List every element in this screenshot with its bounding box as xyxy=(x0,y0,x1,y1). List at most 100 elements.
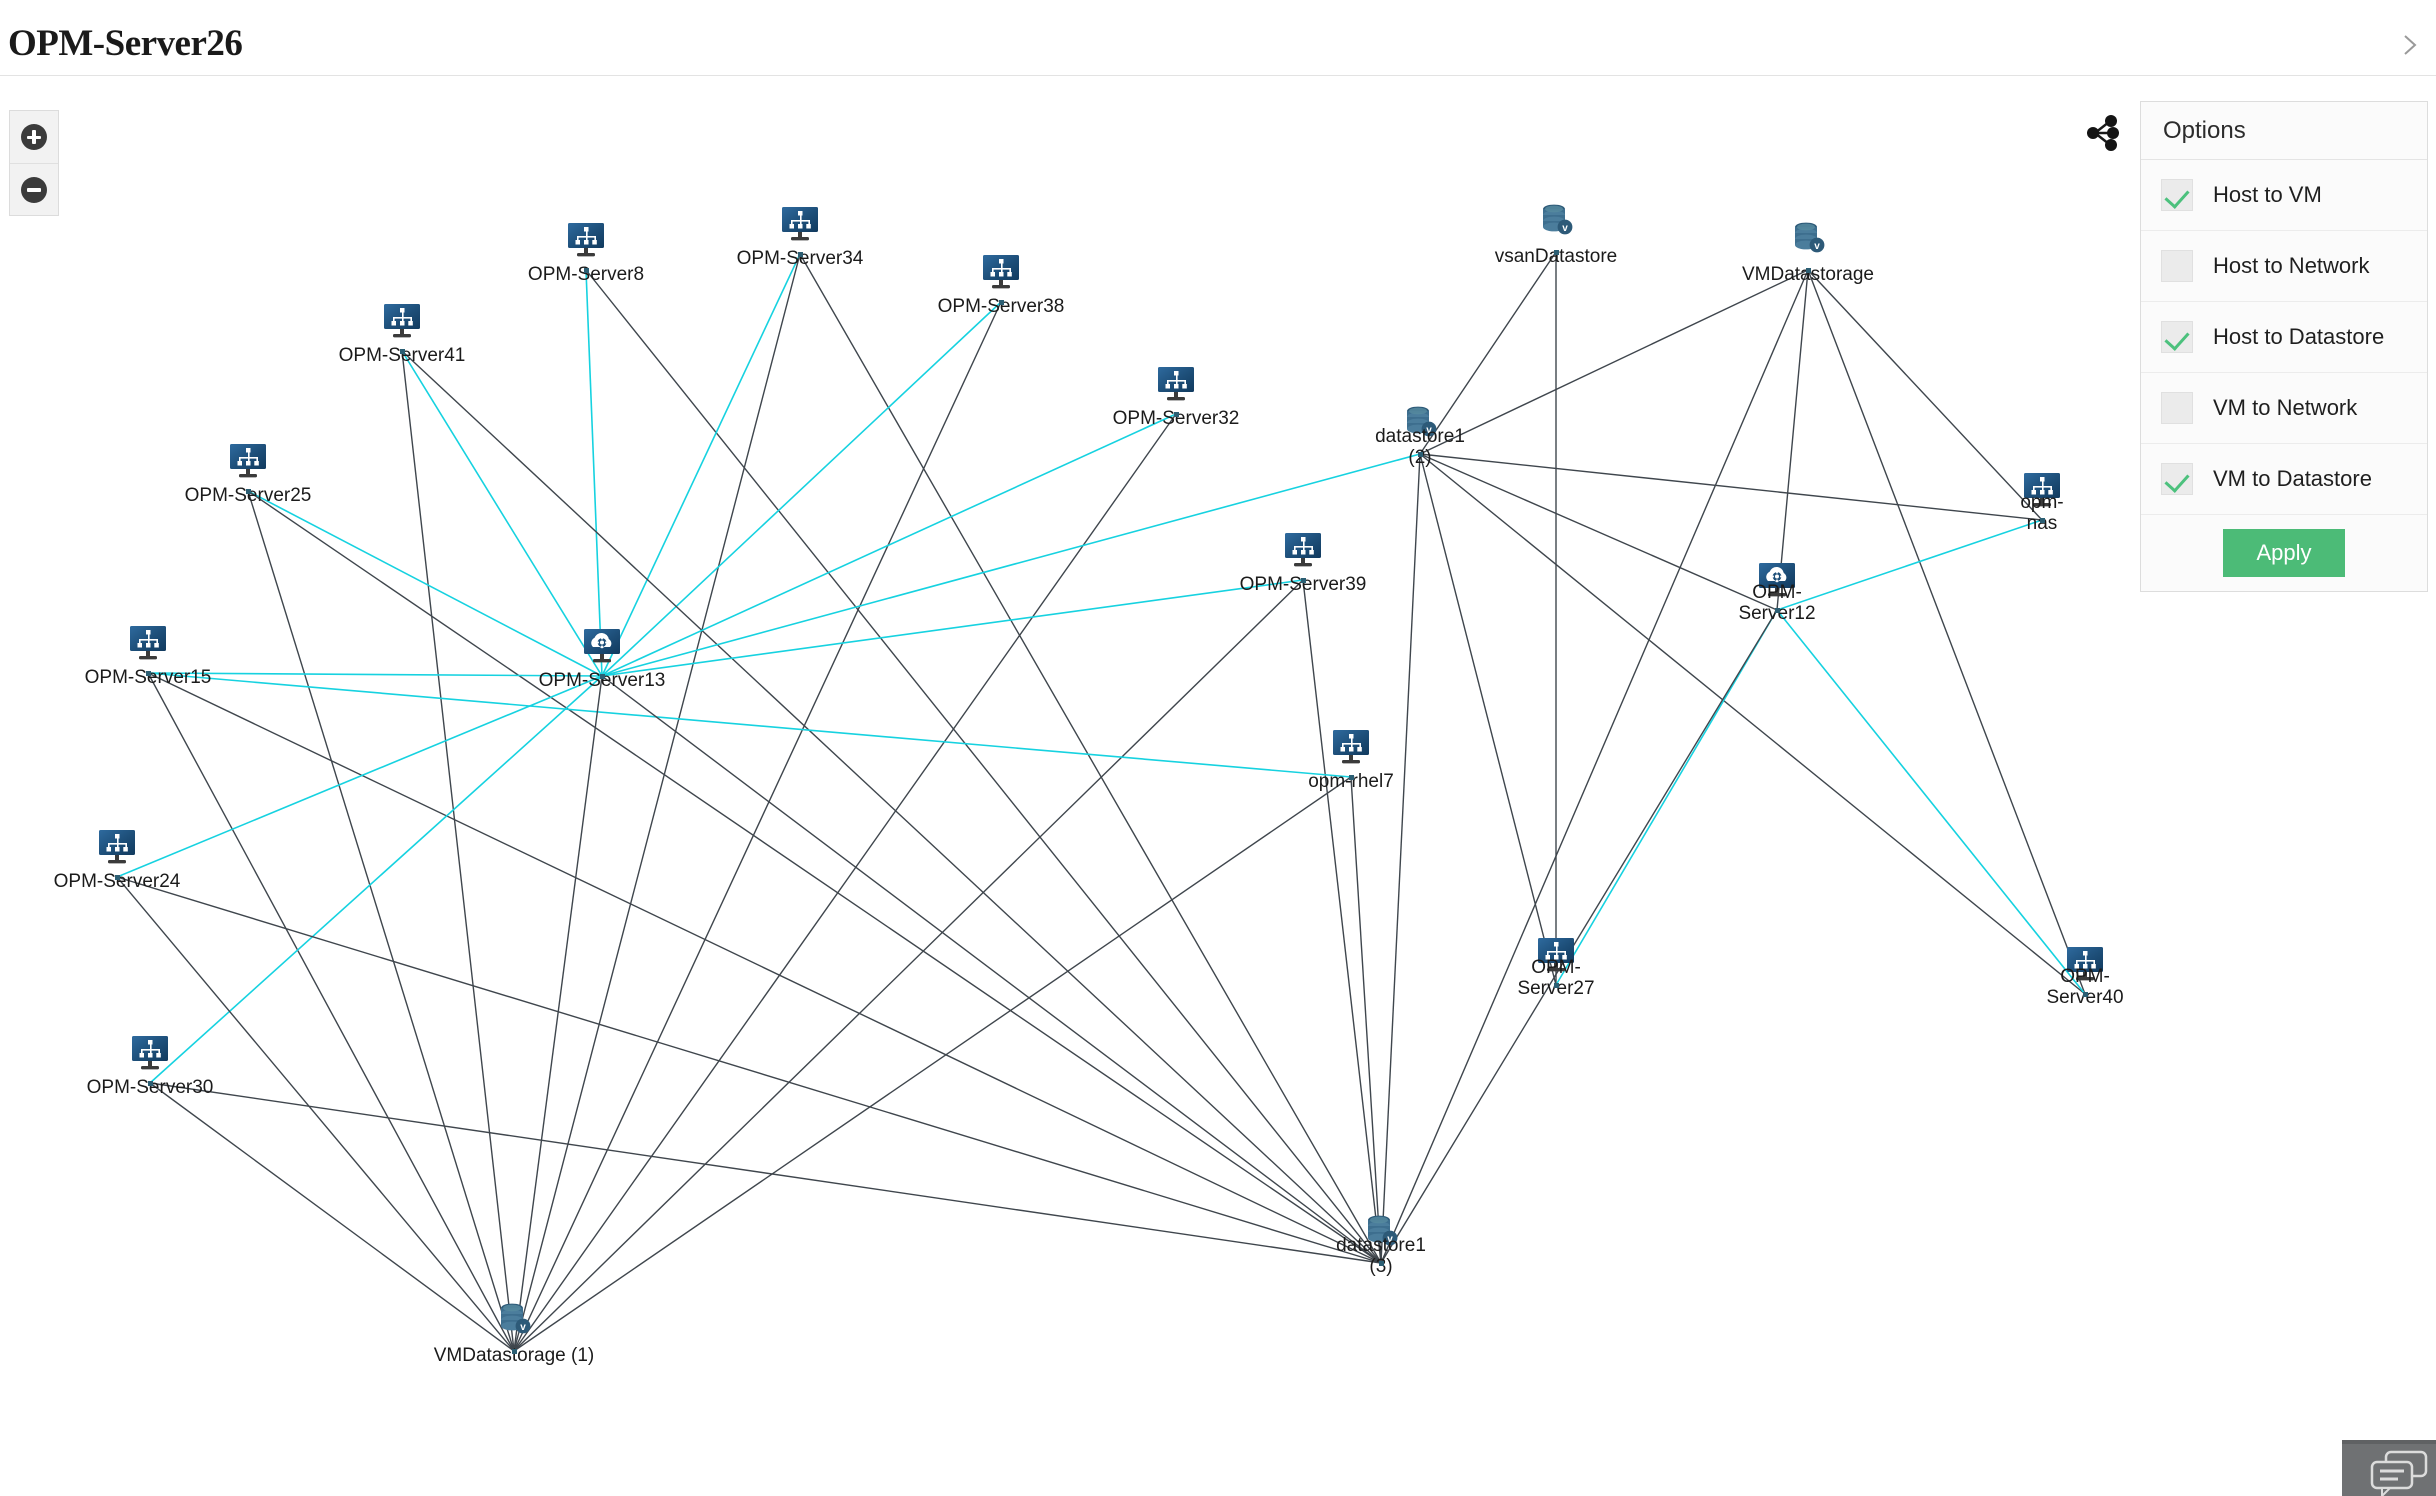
edge-srv30-vmds1 xyxy=(149,1082,515,1352)
page-title: OPM-Server26 xyxy=(8,23,243,64)
apply-button[interactable]: Apply xyxy=(2223,529,2345,577)
monitor-with-network-tree-icon[interactable] xyxy=(564,218,608,262)
node-anchor xyxy=(1174,412,1179,417)
monitor-with-network-tree-icon[interactable] xyxy=(126,621,170,665)
share-topology-icon[interactable] xyxy=(2082,112,2124,154)
edge-srv15-ds1_3 xyxy=(147,672,1382,1264)
option-row-host-to-datastore[interactable]: Host to Datastore xyxy=(2141,302,2427,373)
edge-vmds-ds1_2 xyxy=(1419,269,1809,455)
checkbox-vm-to-network[interactable] xyxy=(2161,392,2193,424)
checkbox-host-to-datastore[interactable] xyxy=(2161,321,2193,353)
node-anchor xyxy=(1554,250,1559,255)
edge-srv34-srv13 xyxy=(601,253,801,677)
option-row-vm-to-network[interactable]: VM to Network xyxy=(2141,373,2427,444)
monitor-with-network-tree-icon[interactable] xyxy=(1154,362,1198,406)
node-anchor xyxy=(1418,452,1423,457)
node-anchor xyxy=(1806,268,1811,273)
edge-ds1_2-srv12 xyxy=(1419,453,1778,611)
option-label: VM to Datastore xyxy=(2213,466,2372,491)
edge-srv41-srv13 xyxy=(401,350,603,677)
node-anchor xyxy=(798,252,803,257)
svg-text:v: v xyxy=(520,1322,526,1333)
disk-stack-icon[interactable]: v xyxy=(1786,218,1830,262)
edge-rhel7-vmds1 xyxy=(513,776,1352,1352)
edge-vmds-srv40 xyxy=(1807,269,2086,995)
options-panel: Options Host to VM Host to Network Host to… xyxy=(2140,101,2428,592)
edge-srv25-srv13 xyxy=(247,490,603,677)
monitor-with-network-tree-icon[interactable] xyxy=(778,202,822,246)
edge-srv25-vmds1 xyxy=(247,490,515,1352)
edge-ds1_2-srv27 xyxy=(1419,453,1557,986)
options-list: Host to VM Host to Network Host to Datasto… xyxy=(2141,160,2427,515)
apply-row: Apply xyxy=(2141,515,2427,591)
node-anchor xyxy=(600,674,605,679)
option-label: VM to Network xyxy=(2213,395,2358,420)
monitor-with-network-tree-icon[interactable] xyxy=(226,439,270,483)
edge-ds1_2-nas xyxy=(1419,453,2043,521)
monitor-with-network-tree-icon[interactable] xyxy=(2020,468,2064,512)
node-anchor xyxy=(1301,578,1306,583)
monitor-with-cloud-gear-icon[interactable] xyxy=(580,624,624,668)
options-title: Options xyxy=(2141,102,2427,160)
svg-text:v: v xyxy=(1387,1234,1393,1245)
disk-stack-icon[interactable]: v xyxy=(1359,1211,1403,1255)
zoom-controls xyxy=(9,110,59,216)
option-row-host-to-network[interactable]: Host to Network xyxy=(2141,231,2427,302)
edge-srv15-vmds1 xyxy=(147,672,515,1352)
edge-srv13-srv24 xyxy=(116,675,603,878)
node-anchor xyxy=(246,489,251,494)
node-anchor xyxy=(1775,608,1780,613)
node-anchor xyxy=(115,875,120,880)
edge-srv8-srv13 xyxy=(585,269,603,677)
node-anchor xyxy=(584,268,589,273)
edge-srv39-ds1_3 xyxy=(1302,579,1382,1264)
zoom-in-button[interactable] xyxy=(10,111,58,163)
edge-srv38-vmds1 xyxy=(513,301,1002,1352)
checkbox-vm-to-datastore[interactable] xyxy=(2161,463,2193,495)
chat-widget-button[interactable] xyxy=(2342,1440,2436,1496)
edge-rhel7-ds1_3 xyxy=(1350,776,1382,1264)
node-anchor xyxy=(512,1349,517,1354)
checkbox-host-to-vm[interactable] xyxy=(2161,179,2193,211)
edge-srv38-srv13 xyxy=(601,301,1002,677)
node-anchor xyxy=(2083,992,2088,997)
option-row-host-to-vm[interactable]: Host to VM xyxy=(2141,160,2427,231)
edge-srv12-srv27 xyxy=(1555,609,1778,986)
option-label: Host to Network xyxy=(2213,253,2370,278)
edge-srv13-ds1_3 xyxy=(601,675,1382,1264)
monitor-with-network-tree-icon[interactable] xyxy=(1281,528,1325,572)
edge-layer xyxy=(116,251,2086,1352)
svg-text:v: v xyxy=(1426,425,1432,436)
monitor-with-network-tree-icon[interactable] xyxy=(1534,933,1578,977)
edge-srv12-srv40 xyxy=(1776,609,2086,995)
edge-srv8-ds1_3 xyxy=(585,269,1382,1264)
node-anchor xyxy=(148,1081,153,1086)
node-anchor xyxy=(1349,775,1354,780)
checkbox-host-to-network[interactable] xyxy=(2161,250,2193,282)
monitor-with-network-tree-icon[interactable] xyxy=(95,825,139,869)
topology-graph-canvas[interactable]: OPM-Server8 OPM-Server34 OPM-Server38 OP… xyxy=(0,77,2150,1496)
monitor-with-network-tree-icon[interactable] xyxy=(128,1031,172,1075)
edge-srv41-ds1_3 xyxy=(401,350,1382,1264)
plus-circle-icon xyxy=(21,124,47,150)
monitor-with-network-tree-icon[interactable] xyxy=(2063,942,2107,986)
monitor-with-network-tree-icon[interactable] xyxy=(380,299,424,343)
edge-srv13-vmds1 xyxy=(513,675,603,1352)
minus-circle-icon xyxy=(21,176,47,203)
monitor-with-cloud-gear-icon[interactable] xyxy=(1755,558,1799,602)
node-anchor xyxy=(1554,983,1559,988)
option-row-vm-to-datastore[interactable]: VM to Datastore xyxy=(2141,444,2427,515)
zoom-out-button[interactable] xyxy=(10,163,58,215)
disk-stack-icon[interactable]: v xyxy=(1534,200,1578,244)
chevron-right-icon[interactable] xyxy=(2396,32,2422,58)
edge-srv39-vmds1 xyxy=(513,579,1304,1352)
edge-srv34-vmds1 xyxy=(513,253,801,1352)
disk-stack-icon[interactable]: v xyxy=(492,1299,536,1343)
disk-stack-icon[interactable]: v xyxy=(1398,402,1442,446)
monitor-with-network-tree-icon[interactable] xyxy=(1329,725,1373,769)
page-header: OPM-Server26 xyxy=(0,0,2436,76)
monitor-with-network-tree-icon[interactable] xyxy=(979,250,1023,294)
svg-text:v: v xyxy=(1562,223,1568,234)
edge-srv41-vmds1 xyxy=(401,350,515,1352)
node-anchor xyxy=(400,349,405,354)
